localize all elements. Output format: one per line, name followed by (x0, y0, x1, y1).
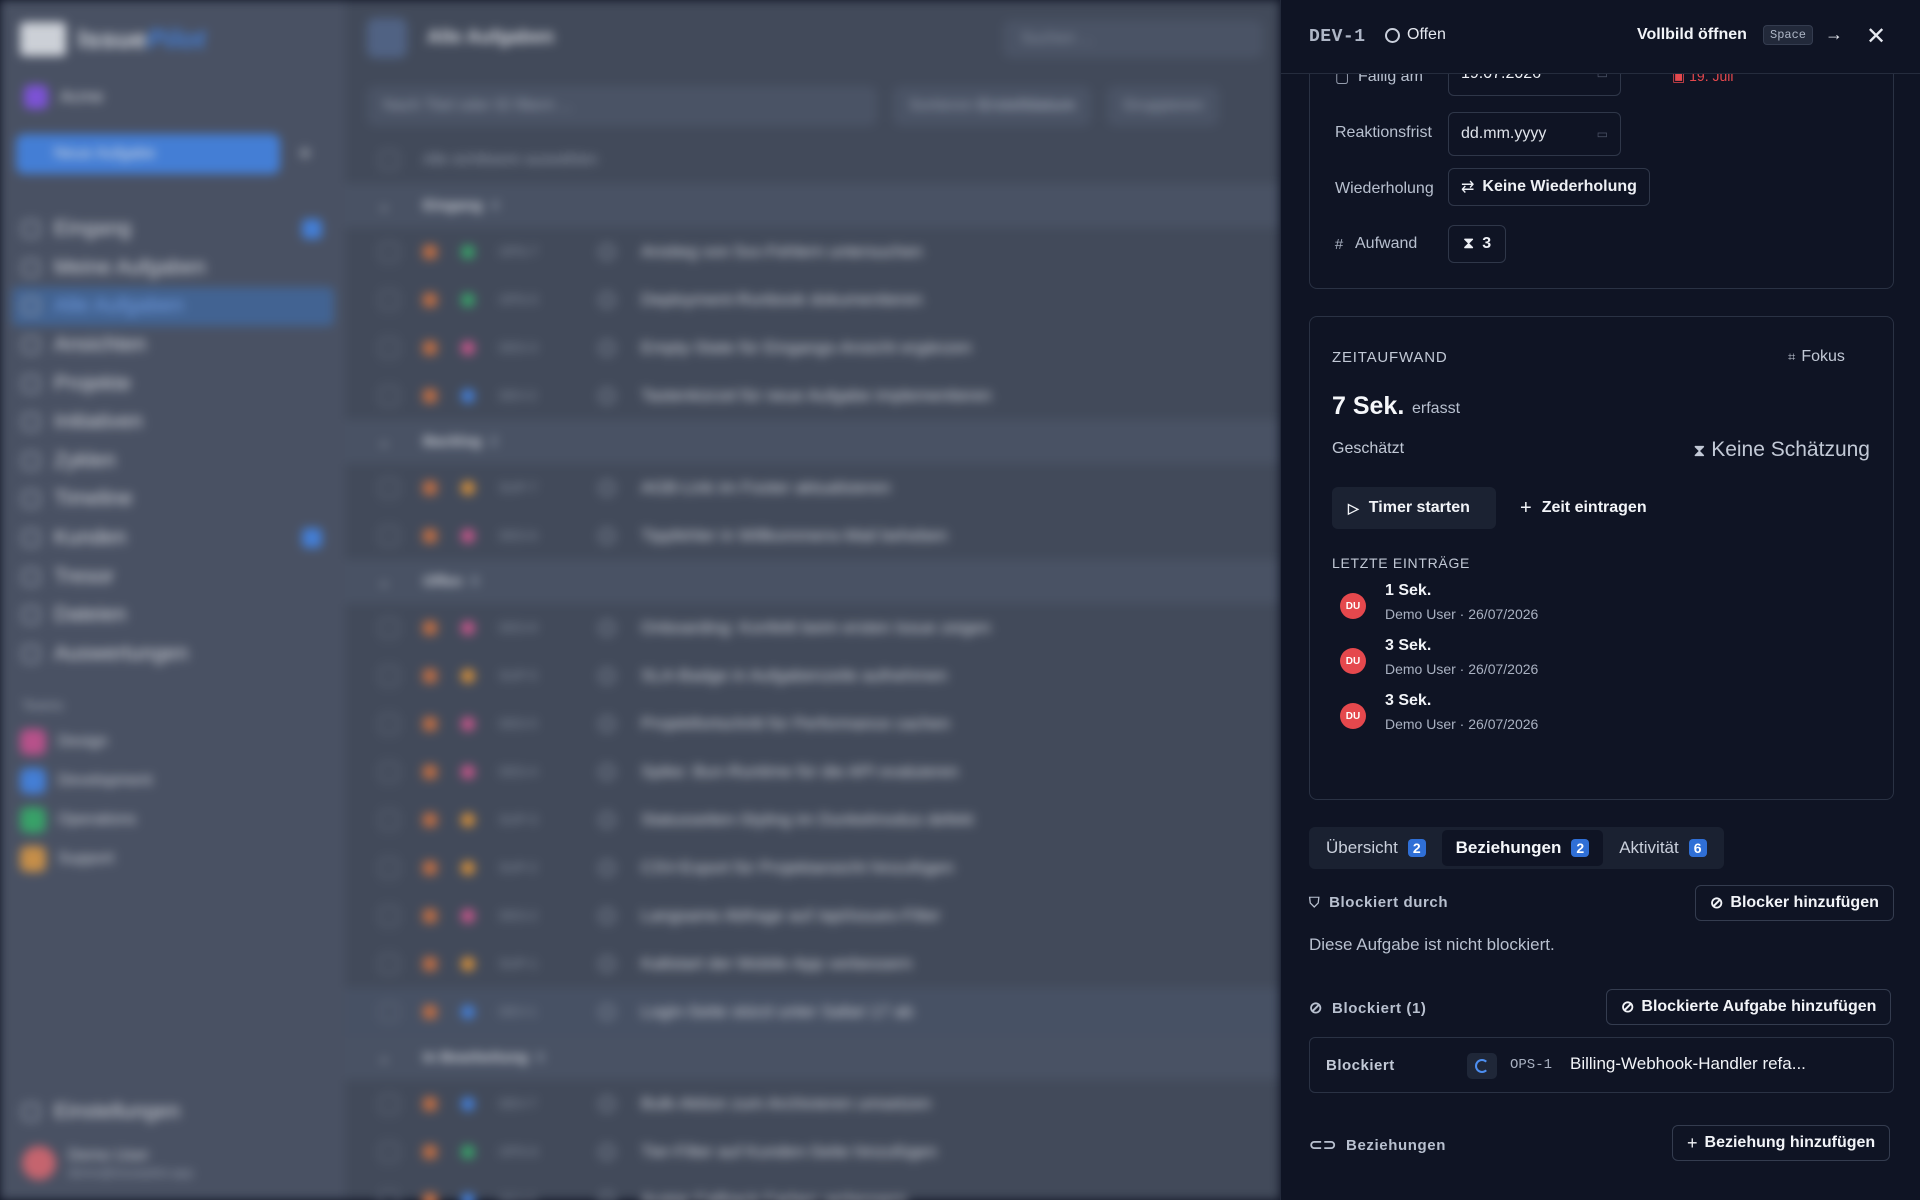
blocked-issue-row[interactable]: Blockiert OPS-1 Billing-Webhook-Handler … (1309, 1037, 1894, 1093)
focus-icon: ⌗ (1788, 349, 1796, 364)
open-fullscreen-button[interactable]: Vollbild öffnen (1637, 26, 1747, 44)
time-entry: DU 3 Sek. Demo User · 26/07/2026 (1340, 637, 1740, 687)
total-time-suffix: erfasst (1412, 400, 1461, 417)
shield-icon: ⛉ (1309, 894, 1321, 910)
add-blocker-button[interactable]: ⊘ Blocker hinzufügen (1695, 885, 1894, 921)
repeat-icon: ⇄ (1461, 179, 1475, 196)
add-time-button[interactable]: + Zeit eintragen (1510, 487, 1647, 529)
entry-duration: 3 Sek. (1385, 692, 1432, 709)
issue-id: DEV-1 (1309, 27, 1366, 47)
recurrence-label: Wiederholung (1335, 180, 1434, 197)
backdrop[interactable] (0, 0, 1280, 1200)
issue-detail-panel: DEV-1 Offen Vollbild öffnen Space → ✕ ▢ F… (1280, 0, 1920, 1200)
panel-header: DEV-1 Offen Vollbild öffnen Space → ✕ (1281, 0, 1920, 74)
entry-meta: Demo User · 26/07/2026 (1385, 606, 1539, 622)
time-entry: DU 1 Sek. Demo User · 26/07/2026 (1340, 582, 1740, 632)
effort-label: # Aufwand (1332, 235, 1417, 253)
calendar-icon: ▭ (1596, 127, 1608, 141)
tab-activity[interactable]: Aktivität 6 (1605, 830, 1720, 866)
start-timer-button[interactable]: ▷ Timer starten (1332, 487, 1496, 529)
total-time: 7 Sek. (1332, 392, 1405, 420)
effort-field[interactable]: ⧗ 3 (1448, 225, 1507, 263)
add-relation-button[interactable]: + Beziehung hinzufügen (1672, 1125, 1891, 1161)
blocking-label: ⊘ Blockiert (1) (1309, 999, 1427, 1018)
related-issue-id: OPS-1 (1510, 1057, 1553, 1073)
recurrence-button[interactable]: ⇄ Keine Wiederholung (1448, 168, 1650, 206)
block-icon: ⊘ (1710, 895, 1724, 912)
plus-icon: + (1520, 496, 1532, 519)
avatar: DU (1340, 648, 1366, 674)
plus-icon: + (1687, 1132, 1698, 1153)
entry-duration: 1 Sek. (1385, 582, 1432, 599)
not-blocked-message: Diese Aufgabe ist nicht blockiert. (1309, 935, 1555, 954)
entry-meta: Demo User · 26/07/2026 (1385, 716, 1539, 732)
entry-meta: Demo User · 26/07/2026 (1385, 661, 1539, 677)
section-title: ZEITAUFWAND (1332, 349, 1448, 366)
tab-overview[interactable]: Übersicht 2 (1312, 830, 1440, 866)
properties-card: ▢Fällig am 19.07.2026▭ ▣ 19. Juli Reakti… (1309, 40, 1894, 289)
add-blocked-issue-button[interactable]: ⊘ Blockierte Aufgabe hinzufügen (1606, 989, 1892, 1025)
estimate-value[interactable]: ⧗ Keine Schätzung (1670, 438, 1870, 462)
close-icon[interactable]: ✕ (1866, 22, 1886, 51)
relations-label: ⊂⊃ Beziehungen (1309, 1136, 1446, 1155)
status-open-icon (1385, 27, 1400, 43)
avatar: DU (1340, 703, 1366, 729)
response-deadline-field[interactable]: dd.mm.yyyy ▭ (1448, 112, 1621, 156)
tab-count-badge: 2 (1571, 839, 1590, 857)
estimate-label: Geschätzt (1332, 440, 1405, 457)
detail-tabs: Übersicht 2 Beziehungen 2 Aktivität 6 (1309, 827, 1724, 869)
in-progress-icon (1467, 1053, 1497, 1079)
block-icon: ⊘ (1309, 1000, 1324, 1017)
block-icon: ⊘ (1621, 999, 1635, 1016)
related-issue-title[interactable]: Billing-Webhook-Handler refa... (1570, 1054, 1806, 1074)
recent-entries-label: LETZTE EINTRÄGE (1332, 555, 1471, 571)
link-icon: ⊂⊃ (1309, 1137, 1338, 1154)
relation-type: Blockiert (1326, 1057, 1395, 1074)
hash-icon: # (1334, 235, 1344, 253)
response-deadline-label: Reaktionsfrist (1335, 124, 1432, 141)
shortcut-badge: Space (1763, 25, 1814, 45)
hourglass-icon: ⧗ (1463, 235, 1475, 252)
time-tracking-card: ZEITAUFWAND ⌗ Fokus 7 Sek. erfasst Geschä… (1309, 316, 1894, 800)
tab-relations[interactable]: Beziehungen 2 (1441, 830, 1604, 866)
arrow-right-icon[interactable]: → (1825, 24, 1843, 45)
avatar: DU (1340, 593, 1366, 619)
time-entry: DU 3 Sek. Demo User · 26/07/2026 (1340, 692, 1740, 742)
entry-duration: 3 Sek. (1385, 637, 1432, 654)
hourglass-icon: ⧗ (1693, 441, 1706, 460)
blocked-by-label: ⛉ Blockiert durch (1309, 894, 1449, 911)
status-badge[interactable]: Offen (1385, 26, 1446, 44)
focus-button[interactable]: ⌗ Fokus (1788, 348, 1845, 366)
tab-count-badge: 2 (1407, 839, 1426, 857)
play-icon: ▷ (1348, 499, 1359, 516)
tab-count-badge: 6 (1688, 839, 1707, 857)
